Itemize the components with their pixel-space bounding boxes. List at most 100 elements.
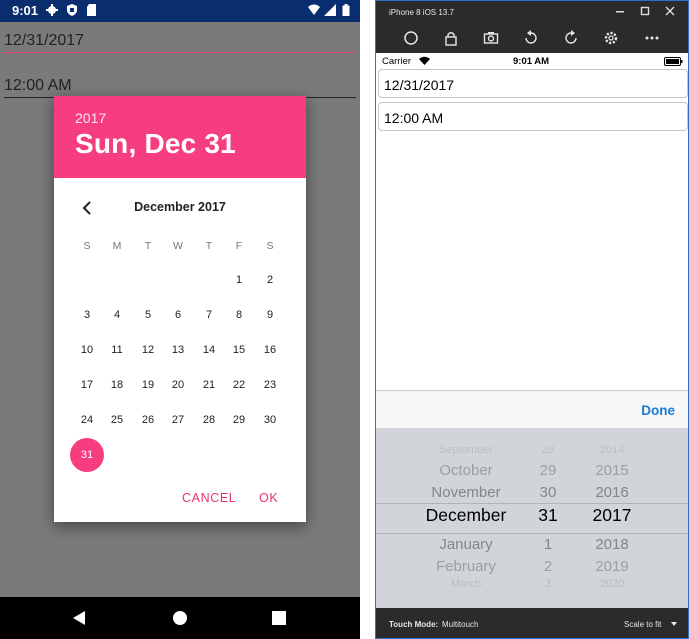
more-icon[interactable]: [644, 30, 660, 46]
touch-mode-value[interactable]: Multitouch: [442, 620, 478, 629]
weekday-label: T: [205, 240, 213, 252]
simulator-title-bar: iPhone 8 iOS 13.7: [376, 1, 688, 23]
weekday-label: T: [144, 240, 152, 252]
ios-wifi-icon: [419, 56, 430, 65]
calendar-day-9[interactable]: 9: [255, 300, 285, 330]
screenshot-icon[interactable]: [483, 30, 499, 46]
ios-status-time: 9:01 AM: [513, 56, 550, 67]
android-date-underline: [4, 52, 356, 53]
calendar-day-7[interactable]: 7: [194, 300, 224, 330]
android-status-time: 9:01: [12, 3, 39, 18]
ios-time-value: 12:00 AM: [384, 110, 444, 126]
minimize-icon[interactable]: [614, 5, 626, 17]
calendar-day-23[interactable]: 23: [255, 370, 285, 400]
picker-month-option[interactable]: October: [404, 462, 528, 479]
calendar-day-17[interactable]: 17: [72, 370, 102, 400]
calendar-day-4[interactable]: 4: [102, 300, 132, 330]
calendar-day-30[interactable]: 30: [255, 405, 285, 435]
calendar-day-6[interactable]: 6: [163, 300, 193, 330]
calendar-day-1[interactable]: 1: [224, 265, 254, 295]
ios-simulator: iPhone 8 iOS 13.7 Carrier 9:01 AM 12/31/…: [375, 0, 689, 639]
ok-button[interactable]: OK: [259, 491, 278, 505]
picker-year-option[interactable]: 2018: [572, 536, 652, 553]
calendar-day-28[interactable]: 28: [194, 405, 224, 435]
picker-month-option[interactable]: February: [404, 558, 528, 575]
simulator-toolbar: [376, 23, 688, 53]
rotate-left-icon[interactable]: [523, 30, 539, 46]
chevron-down-icon[interactable]: [671, 622, 677, 627]
weekday-label: F: [235, 240, 243, 252]
picker-month-option[interactable]: November: [404, 484, 528, 501]
weekday-label: S: [83, 240, 91, 252]
date-wheel-picker[interactable]: SeptemberOctoberNovemberDecemberJanuaryF…: [376, 428, 688, 608]
calendar-day-20[interactable]: 20: [163, 370, 193, 400]
home-button-icon[interactable]: [403, 30, 419, 46]
calendar-day-18[interactable]: 18: [102, 370, 132, 400]
calendar-day-31[interactable]: 31: [70, 438, 104, 472]
scale-label[interactable]: Scale to fit: [624, 620, 661, 629]
calendar-day-16[interactable]: 16: [255, 335, 285, 365]
recents-icon[interactable]: [272, 611, 286, 625]
date-picker-dialog: 2017 Sun, Dec 31 December 2017 SMTWTFS 1…: [54, 96, 306, 522]
picker-day-option[interactable]: 2: [530, 558, 566, 575]
sd-card-icon: [87, 4, 96, 16]
carrier-label: Carrier: [382, 56, 412, 67]
calendar-day-11[interactable]: 11: [102, 335, 132, 365]
calendar-day-12[interactable]: 12: [133, 335, 163, 365]
battery-icon: [342, 4, 350, 16]
calendar-day-14[interactable]: 14: [194, 335, 224, 365]
gear-icon[interactable]: [603, 30, 619, 46]
ios-date-value: 12/31/2017: [384, 77, 455, 93]
maximize-icon[interactable]: [639, 5, 651, 17]
done-button[interactable]: Done: [641, 403, 675, 418]
android-navigation-bar: [0, 597, 360, 639]
calendar-day-22[interactable]: 22: [224, 370, 254, 400]
weekday-label: W: [173, 240, 183, 252]
calendar-day-24[interactable]: 24: [72, 405, 102, 435]
calendar-day-8[interactable]: 8: [224, 300, 254, 330]
back-icon[interactable]: [72, 610, 86, 626]
ios-date-field[interactable]: 12/31/2017: [378, 69, 688, 98]
calendar-day-21[interactable]: 21: [194, 370, 224, 400]
calendar-day-25[interactable]: 25: [102, 405, 132, 435]
picker-fade-bottom: [376, 578, 688, 608]
settings-icon: [46, 4, 58, 16]
calendar-day-27[interactable]: 27: [163, 405, 193, 435]
picker-day-option[interactable]: 31: [530, 505, 566, 526]
android-date-entry[interactable]: 12/31/2017: [4, 32, 356, 53]
rotate-right-icon[interactable]: [563, 30, 579, 46]
android-time-entry[interactable]: 12:00 AM: [4, 77, 356, 98]
touch-mode-label: Touch Mode:: [389, 620, 439, 629]
calendar-day-3[interactable]: 3: [72, 300, 102, 330]
picker-year-option[interactable]: 2017: [572, 505, 652, 526]
picker-year-option[interactable]: 2016: [572, 484, 652, 501]
android-time-value: 12:00 AM: [4, 77, 72, 94]
shield-icon: [67, 4, 77, 16]
picker-day-option[interactable]: 1: [530, 536, 566, 553]
calendar-day-19[interactable]: 19: [133, 370, 163, 400]
picker-day-option[interactable]: 30: [530, 484, 566, 501]
calendar-day-5[interactable]: 5: [133, 300, 163, 330]
picker-accessory-bar: Done: [376, 391, 688, 428]
screen: 9:01 12/31/2017 12:00 AM 2017 Sun, Dec 3…: [0, 0, 689, 639]
lock-icon[interactable]: [443, 30, 459, 46]
calendar-day-15[interactable]: 15: [224, 335, 254, 365]
ios-time-field[interactable]: 12:00 AM: [378, 102, 688, 131]
close-icon[interactable]: [664, 5, 676, 17]
home-icon[interactable]: [172, 610, 188, 626]
calendar-day-10[interactable]: 10: [72, 335, 102, 365]
picker-year-option[interactable]: 2019: [572, 558, 652, 575]
picker-month-option[interactable]: December: [404, 505, 528, 526]
calendar-day-26[interactable]: 26: [133, 405, 163, 435]
calendar-day-2[interactable]: 2: [255, 265, 285, 295]
calendar-day-29[interactable]: 29: [224, 405, 254, 435]
picker-year-option[interactable]: 2015: [572, 462, 652, 479]
picker-month-option[interactable]: January: [404, 536, 528, 553]
picker-day-option[interactable]: 29: [530, 462, 566, 479]
header-date[interactable]: Sun, Dec 31: [75, 128, 236, 160]
cancel-button[interactable]: CANCEL: [182, 491, 236, 505]
header-year[interactable]: 2017: [75, 110, 106, 126]
simulator-title: iPhone 8 iOS 13.7: [389, 8, 454, 17]
weekday-label: S: [266, 240, 274, 252]
calendar-day-13[interactable]: 13: [163, 335, 193, 365]
